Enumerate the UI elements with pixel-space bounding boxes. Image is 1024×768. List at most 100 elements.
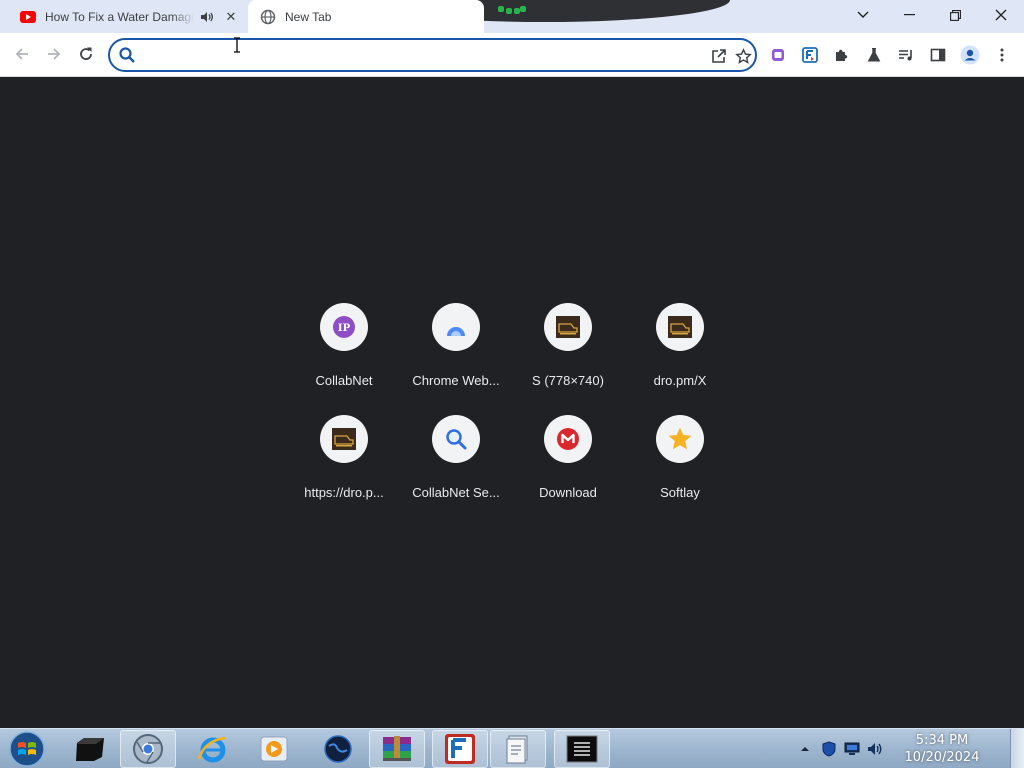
star-icon: [668, 427, 692, 450]
mega-icon: [557, 428, 579, 450]
taskbar-media-app[interactable]: [246, 730, 302, 768]
tray-security[interactable]: [820, 741, 838, 757]
shortcut-tile[interactable]: https://dro.p...: [288, 413, 400, 525]
back-button[interactable]: [7, 39, 37, 69]
chrome-web-store-icon: [447, 327, 465, 336]
extensions-button[interactable]: [829, 42, 855, 68]
shortcut-title: Download: [539, 485, 597, 500]
webcam-indicator-icon: [498, 6, 526, 14]
tab-new-tab[interactable]: New Tab: [248, 0, 484, 33]
shortcut-tile[interactable]: Download: [512, 413, 624, 525]
system-clock[interactable]: 5:34 PM 10/20/2024: [890, 732, 994, 766]
share-button[interactable]: [708, 45, 730, 67]
start-button[interactable]: [4, 729, 50, 768]
shortcut-icon-container: [432, 303, 480, 351]
reload-button[interactable]: [71, 39, 101, 69]
shortcut-title: S (778×740): [532, 373, 604, 388]
globe-app-icon: [324, 735, 352, 763]
extension-button-filezilla[interactable]: [797, 42, 823, 68]
tab-title: New Tab: [285, 9, 332, 24]
shortcut-tile[interactable]: Chrome Web...: [400, 301, 512, 413]
filezilla-icon: [802, 47, 818, 63]
filezilla-icon: [445, 734, 475, 764]
tray-overflow-button[interactable]: [796, 741, 814, 757]
magnifier-icon: [446, 429, 467, 450]
shortcut-icon-container: [544, 415, 592, 463]
media-control-button[interactable]: [893, 42, 919, 68]
shortcut-tile[interactable]: IP CollabNet: [288, 301, 400, 413]
search-icon: [119, 47, 135, 63]
shortcut-tile[interactable]: CollabNet Se...: [400, 413, 512, 525]
taskbar-winrar-app[interactable]: [369, 730, 425, 768]
close-window-button[interactable]: [978, 0, 1024, 30]
bookmark-button[interactable]: [732, 45, 754, 67]
address-bar[interactable]: [108, 38, 757, 72]
profile-button[interactable]: [957, 42, 983, 68]
menu-button[interactable]: [989, 42, 1015, 68]
shortcut-tile[interactable]: S (778×740): [512, 301, 624, 413]
svg-text:IP: IP: [338, 323, 351, 334]
taskbar-chrome-app[interactable]: [120, 730, 176, 768]
youtube-icon: [20, 9, 36, 25]
shortcut-tile[interactable]: dro.pm/X: [624, 301, 736, 413]
taskbar-filezilla-app[interactable]: [432, 730, 488, 768]
speaker-icon[interactable]: [198, 9, 216, 25]
labs-button[interactable]: [861, 42, 887, 68]
tray-volume[interactable]: [866, 741, 884, 757]
document-app-icon: [506, 735, 528, 764]
cmd-icon: [566, 735, 598, 763]
minimize-button[interactable]: [886, 0, 932, 30]
kebab-menu-icon: [1000, 48, 1004, 62]
shortcut-title: dro.pm/X: [653, 373, 707, 388]
side-panel-button[interactable]: [925, 42, 951, 68]
shortcut-title: Chrome Web...: [412, 373, 500, 388]
shortcut-title: CollabNet: [315, 373, 373, 388]
screen: How To Fix a Water Damaged ✕ New Tab IP …: [0, 0, 1024, 768]
tab-youtube[interactable]: How To Fix a Water Damaged ✕: [8, 0, 246, 33]
windows-start-icon: [9, 731, 45, 767]
restore-icon: [949, 9, 961, 21]
tray-network[interactable]: [843, 741, 861, 757]
taskbar-ie-app[interactable]: [184, 730, 240, 768]
taskbar-terminal-app[interactable]: [62, 730, 118, 768]
flask-icon: [867, 48, 881, 62]
site-thumbnail-icon: [332, 428, 356, 450]
restore-button[interactable]: [932, 0, 978, 30]
shortcut-icon-container: [320, 415, 368, 463]
site-thumbnail-icon: [556, 316, 580, 338]
tab-search-button[interactable]: [840, 0, 886, 30]
minimize-icon: [903, 14, 915, 16]
shortcut-icon-container: [656, 303, 704, 351]
extension-button-purple[interactable]: [765, 42, 791, 68]
shield-icon: [822, 741, 836, 757]
shortcut-tile[interactable]: Softlay: [624, 413, 736, 525]
tab-strip: How To Fix a Water Damaged ✕ New Tab: [0, 0, 1024, 33]
address-input[interactable]: [144, 44, 704, 66]
close-tab-icon[interactable]: ✕: [222, 8, 240, 26]
clock-date: 10/20/2024: [904, 750, 980, 765]
avatar-icon: [960, 45, 980, 65]
reload-icon: [80, 47, 92, 60]
network-monitor-icon: [844, 742, 860, 755]
taskbar-document-app[interactable]: [490, 730, 546, 768]
taskbar-globe-app[interactable]: [310, 730, 366, 768]
purple-extension-icon: [772, 49, 784, 61]
taskbar-cmd-app[interactable]: [554, 730, 610, 768]
shortcut-title: CollabNet Se...: [412, 485, 500, 500]
shortcut-title: https://dro.p...: [304, 485, 384, 500]
star-outline-icon: [734, 47, 752, 64]
shortcut-icon-container: IP: [320, 303, 368, 351]
speaker-icon: [868, 743, 882, 755]
forward-button[interactable]: [39, 39, 69, 69]
close-icon: [995, 9, 1007, 21]
text-cursor-icon: [234, 37, 240, 53]
show-desktop-button[interactable]: [1010, 729, 1024, 768]
tab-title: How To Fix a Water Damaged: [45, 9, 194, 24]
taskbar: 5:34 PM 10/20/2024: [0, 728, 1024, 768]
clock-time: 5:34 PM: [915, 733, 969, 748]
puzzle-icon: [836, 49, 848, 61]
chevron-up-icon: [801, 747, 809, 751]
share-icon: [712, 49, 726, 63]
side-panel-icon: [930, 48, 946, 62]
chrome-icon: [133, 734, 163, 764]
